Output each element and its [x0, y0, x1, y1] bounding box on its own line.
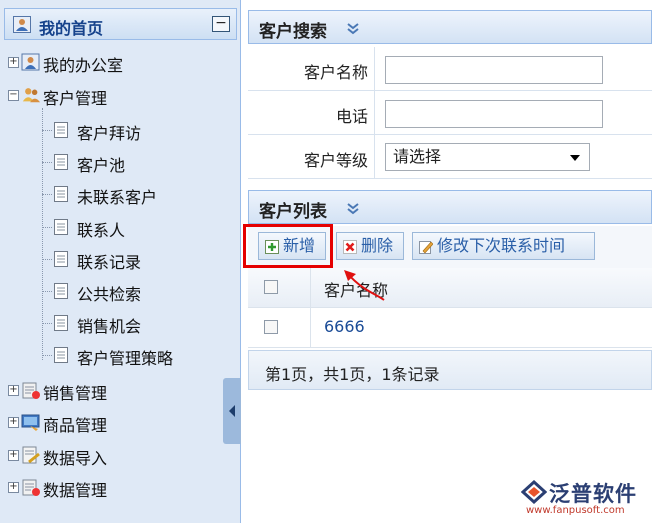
tree-label: 公共检索	[77, 285, 142, 304]
expand-icon[interactable]: +	[8, 385, 19, 396]
sales-icon	[22, 382, 40, 399]
collapse-icon[interactable]: −	[8, 90, 19, 101]
expand-icon[interactable]: +	[8, 482, 19, 493]
tree-node-customer-management[interactable]: − 客户管理	[8, 85, 208, 108]
tree-label: 联系记录	[77, 253, 142, 272]
expand-icon[interactable]: +	[8, 417, 19, 428]
tree-node-contacts[interactable]: 联系人	[42, 217, 232, 240]
delete-icon	[343, 240, 357, 254]
search-section-header[interactable]: 客户搜索	[248, 10, 652, 44]
tree-node-contact-records[interactable]: 联系记录	[42, 249, 232, 272]
panel-splitter-toggle[interactable]	[223, 378, 241, 444]
dropdown-arrow-icon	[570, 155, 580, 161]
panel-title: 我的首页	[39, 19, 104, 38]
customer-level-label: 客户等级	[303, 151, 368, 170]
phone-input[interactable]	[385, 100, 603, 128]
tree-node-uncontacted[interactable]: 未联系客户	[42, 184, 232, 207]
table-header: 客户名称	[248, 268, 652, 308]
tree-node-data-import[interactable]: + 数据导入	[8, 445, 208, 468]
tree-label: 我的办公室	[43, 56, 124, 75]
goods-icon	[21, 414, 40, 431]
document-icon	[54, 219, 68, 235]
tree-node-customer-strategy[interactable]: 客户管理策略	[42, 345, 232, 368]
list-section-header[interactable]: 客户列表	[248, 190, 652, 224]
document-icon	[54, 122, 68, 138]
row-checkbox[interactable]	[264, 320, 278, 334]
panel-header: 我的首页 −	[4, 8, 237, 40]
tree-node-office[interactable]: + 我的办公室	[8, 52, 208, 75]
nav-tree: + 我的办公室 − 客户管理 客户拜访 客户池 未联系客户 联系人 联系记录 公…	[4, 42, 237, 512]
users-folder-icon	[22, 88, 41, 103]
fanpu-logo-icon	[521, 480, 547, 504]
logo-url-text: www.fanpusoft.com	[526, 505, 625, 516]
search-section-title: 客户搜索	[259, 22, 327, 42]
customer-name-label: 客户名称	[303, 63, 368, 82]
tree-node-data-management[interactable]: + 数据管理	[8, 477, 208, 500]
navigation-panel: 我的首页 − + 我的办公室 − 客户管理 客户拜访 客户池 未联系客户 联系人…	[0, 0, 241, 523]
list-section-title: 客户列表	[259, 202, 327, 222]
customer-level-select[interactable]: 请选择	[385, 143, 590, 171]
edit-icon	[419, 241, 433, 254]
tree-node-sales-management[interactable]: + 销售管理	[8, 380, 208, 403]
tree-label: 客户池	[77, 156, 126, 175]
data-icon	[22, 479, 40, 496]
tree-label: 销售机会	[77, 317, 142, 336]
home-icon	[13, 16, 31, 33]
tree-label: 商品管理	[43, 416, 108, 435]
chevron-left-icon	[229, 405, 235, 417]
tree-node-goods-management[interactable]: + 商品管理	[8, 412, 208, 435]
form-row-customer-level: 客户等级 请选择	[248, 135, 652, 179]
tree-node-public-search[interactable]: 公共检索	[42, 281, 232, 304]
tree-node-customer-visit[interactable]: 客户拜访	[42, 120, 232, 143]
tree-node-sales-opportunity[interactable]: 销售机会	[42, 313, 232, 336]
customer-level-selected: 请选择	[393, 147, 442, 166]
brand-logo: 泛普软件 www.fanpusoft.com	[521, 478, 646, 518]
tree-label: 数据导入	[43, 449, 108, 468]
document-icon	[54, 283, 68, 299]
highlight-annotation-box	[243, 224, 333, 268]
tree-node-customer-pool[interactable]: 客户池	[42, 152, 232, 175]
document-icon	[54, 251, 68, 267]
tree-label: 联系人	[77, 221, 126, 240]
form-row-customer-name: 客户名称	[248, 47, 652, 91]
expand-icon[interactable]: +	[8, 57, 19, 68]
collapse-button[interactable]: −	[212, 16, 230, 32]
document-icon	[54, 347, 68, 363]
form-row-phone: 电话	[248, 91, 652, 135]
document-icon	[54, 315, 68, 331]
import-icon	[22, 446, 40, 464]
user-card-icon	[21, 53, 40, 71]
document-icon	[54, 154, 68, 170]
logo-brand-text: 泛普软件	[549, 482, 637, 506]
tree-label: 销售管理	[43, 384, 108, 403]
select-all-checkbox[interactable]	[264, 280, 278, 294]
table-row[interactable]: 6666	[248, 308, 652, 348]
tree-label: 客户拜访	[77, 124, 142, 143]
expand-icon[interactable]: +	[8, 450, 19, 461]
modify-next-contact-button[interactable]: 修改下次联系时间	[412, 232, 595, 260]
tree-label: 客户管理	[43, 89, 108, 108]
delete-button[interactable]: 删除	[336, 232, 404, 260]
customer-name-cell[interactable]: 6666	[324, 317, 365, 336]
pagination-bar: 第1页，共1页，1条记录	[248, 350, 652, 390]
annotation-arrow-icon	[344, 270, 385, 301]
modify-next-contact-label: 修改下次联系时间	[437, 236, 566, 255]
pagination-text: 第1页，共1页，1条记录	[265, 365, 440, 384]
double-chevron-down-icon[interactable]	[347, 203, 359, 215]
phone-label: 电话	[335, 107, 368, 126]
delete-button-label: 删除	[361, 236, 394, 255]
tree-label: 数据管理	[43, 481, 108, 500]
tree-label: 未联系客户	[77, 188, 158, 207]
tree-label: 客户管理策略	[77, 349, 174, 368]
double-chevron-down-icon[interactable]	[347, 23, 359, 35]
document-icon	[54, 186, 68, 202]
customer-name-input[interactable]	[385, 56, 603, 84]
